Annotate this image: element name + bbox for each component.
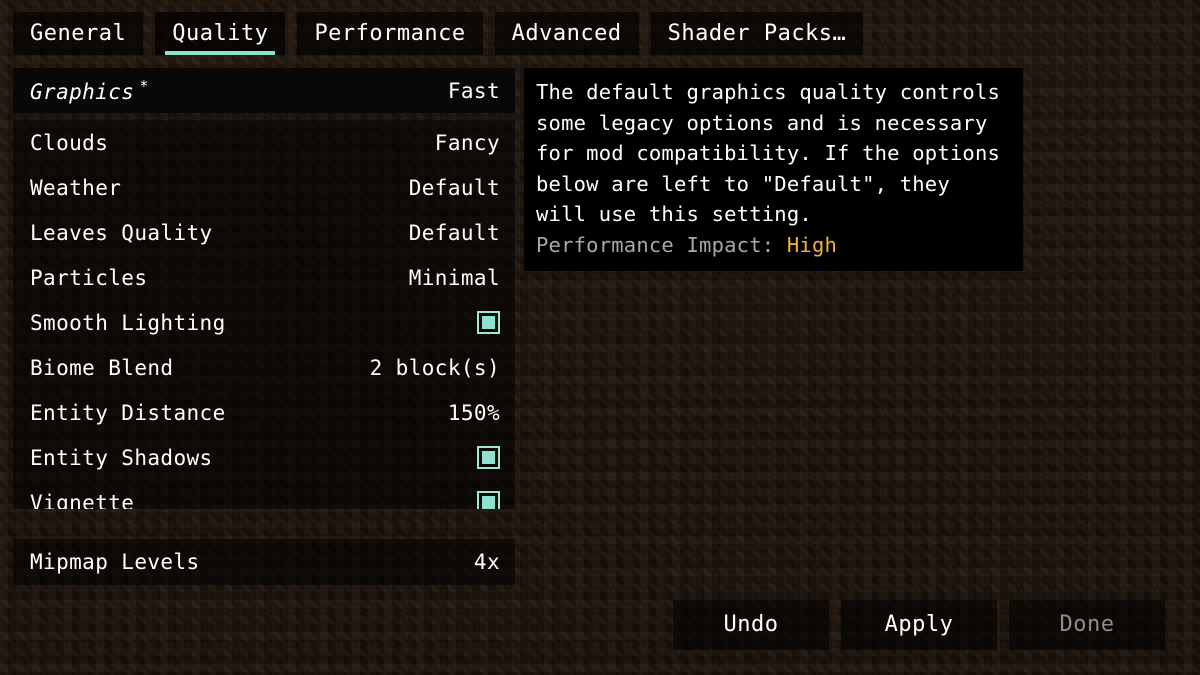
- option-label-smooth-lighting: Smooth Lighting: [30, 310, 226, 335]
- tab-shader-packs-label: Shader Packs…: [667, 21, 847, 46]
- option-label-vignette: Vignette: [30, 490, 135, 510]
- option-value-weather: Default: [408, 175, 500, 200]
- option-value-biome-blend: 2 block(s): [369, 355, 500, 380]
- option-label-graphics-text: Graphics: [30, 80, 135, 104]
- option-description-tooltip: The default graphics quality controls so…: [524, 68, 1023, 271]
- option-label-clouds: Clouds: [30, 130, 109, 155]
- option-row-weather[interactable]: Weather Default: [13, 165, 515, 210]
- option-row-entity-distance[interactable]: Entity Distance 150%: [13, 390, 515, 435]
- checkbox-vignette-icon[interactable]: [477, 491, 500, 509]
- undo-button-label: Undo: [723, 612, 779, 637]
- video-settings-screen: General Quality Performance Advanced Sha…: [0, 0, 1200, 675]
- checkbox-entity-shadows-icon[interactable]: [477, 446, 500, 469]
- tab-shader-packs[interactable]: Shader Packs…: [650, 12, 864, 55]
- option-label-mipmap-levels: Mipmap Levels: [30, 550, 200, 574]
- tab-advanced-label: Advanced: [511, 21, 622, 46]
- option-label-entity-shadows: Entity Shadows: [30, 445, 213, 470]
- tab-active-underline: [165, 51, 276, 55]
- option-row-mipmap-levels[interactable]: Mipmap Levels 4x: [13, 539, 515, 585]
- option-row-entity-shadows[interactable]: Entity Shadows: [13, 435, 515, 480]
- tab-performance-label: Performance: [314, 21, 466, 46]
- tab-performance[interactable]: Performance: [297, 12, 483, 55]
- option-row-particles[interactable]: Particles Minimal: [13, 255, 515, 300]
- options-panel: Graphics * Fast Clouds Fancy Weather Defa…: [13, 68, 515, 529]
- option-value-graphics: Fast: [447, 78, 500, 103]
- option-label-biome-blend: Biome Blend: [30, 355, 174, 380]
- performance-impact-line: Performance Impact: High: [536, 230, 1011, 261]
- action-button-bar: Undo Apply Done: [673, 600, 1165, 650]
- option-value-clouds: Fancy: [434, 130, 500, 155]
- apply-button[interactable]: Apply: [841, 600, 997, 650]
- option-row-biome-blend[interactable]: Biome Blend 2 block(s): [13, 345, 515, 390]
- option-value-entity-distance: 150%: [447, 400, 500, 425]
- undo-button[interactable]: Undo: [673, 600, 829, 650]
- option-label-entity-distance: Entity Distance: [30, 400, 226, 425]
- option-label-particles: Particles: [30, 265, 148, 290]
- modified-marker-icon: *: [139, 77, 149, 95]
- option-row-graphics[interactable]: Graphics * Fast: [13, 68, 515, 113]
- option-value-particles: Minimal: [408, 265, 500, 290]
- tooltip-body-text: The default graphics quality controls so…: [536, 80, 1013, 226]
- done-button-label: Done: [1059, 612, 1115, 637]
- tab-advanced[interactable]: Advanced: [494, 12, 639, 55]
- apply-button-label: Apply: [884, 612, 954, 637]
- tab-general-label: General: [30, 21, 127, 46]
- options-list[interactable]: Clouds Fancy Weather Default Leaves Qual…: [13, 120, 515, 509]
- option-value-leaves-quality: Default: [408, 220, 500, 245]
- done-button[interactable]: Done: [1009, 600, 1165, 650]
- option-row-vignette[interactable]: Vignette: [13, 480, 515, 509]
- option-row-clouds[interactable]: Clouds Fancy: [13, 120, 515, 165]
- option-label-graphics: Graphics *: [30, 77, 149, 104]
- performance-impact-value: High: [786, 232, 838, 257]
- option-row-smooth-lighting[interactable]: Smooth Lighting: [13, 300, 515, 345]
- performance-impact-label: Performance Impact:: [536, 232, 775, 257]
- tab-quality[interactable]: Quality: [155, 12, 286, 55]
- tab-bar: General Quality Performance Advanced Sha…: [13, 12, 864, 55]
- option-label-leaves-quality: Leaves Quality: [30, 220, 213, 245]
- option-label-weather: Weather: [30, 175, 122, 200]
- option-row-leaves-quality[interactable]: Leaves Quality Default: [13, 210, 515, 255]
- panel-divider: [13, 113, 515, 120]
- checkbox-smooth-lighting-icon[interactable]: [477, 311, 500, 334]
- tab-quality-label: Quality: [172, 21, 269, 46]
- tab-general[interactable]: General: [13, 12, 144, 55]
- option-value-mipmap-levels: 4x: [473, 550, 500, 574]
